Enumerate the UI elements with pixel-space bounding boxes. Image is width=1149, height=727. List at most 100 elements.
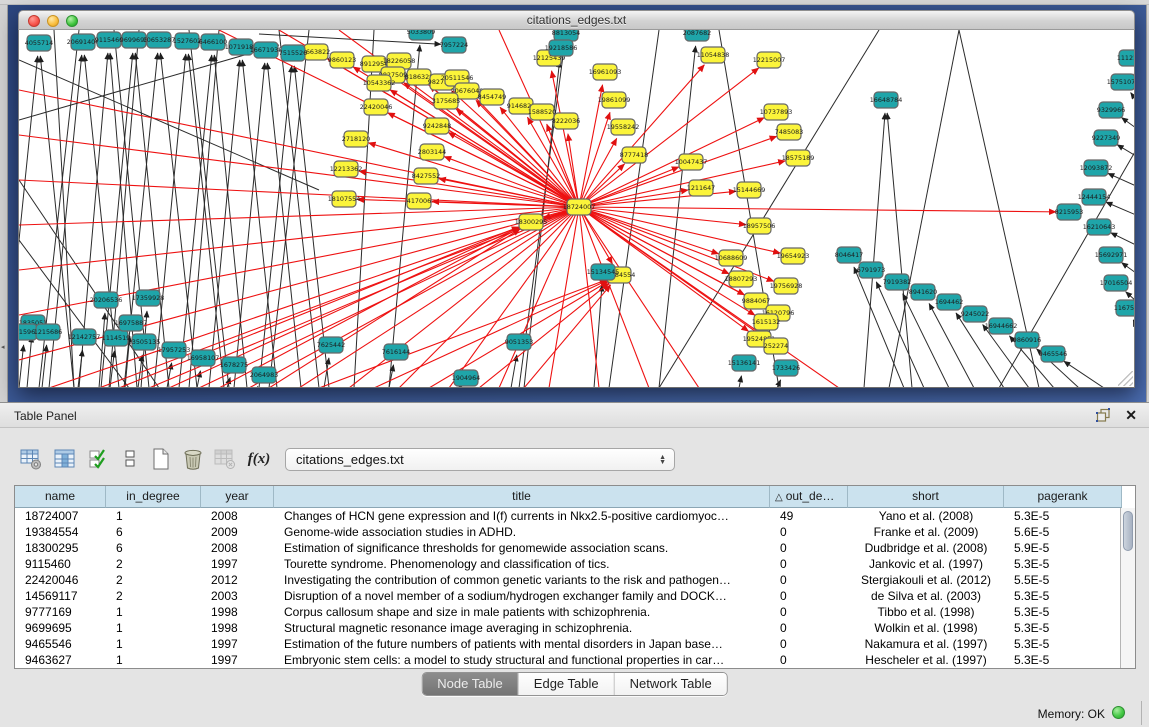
- table-cell[interactable]: 1998: [201, 620, 274, 636]
- network-node[interactable]: 2064983: [250, 367, 278, 383]
- table-vertical-scrollbar[interactable]: [1120, 508, 1135, 668]
- network-node[interactable]: 16944662: [985, 318, 1018, 334]
- table-cell[interactable]: Yano et al. (2008): [848, 508, 1004, 524]
- row-height-button[interactable]: [117, 446, 143, 472]
- table-cell[interactable]: 22420046: [15, 572, 106, 588]
- table-cell[interactable]: Wolkin et al. (1998): [848, 620, 1004, 636]
- column-header-name[interactable]: name: [15, 486, 106, 508]
- network-node[interactable]: 9884067: [742, 293, 770, 309]
- network-node[interactable]: 16648784: [870, 92, 903, 108]
- network-node[interactable]: 19861099: [598, 92, 631, 108]
- table-cell[interactable]: 6: [106, 524, 201, 540]
- table-cell[interactable]: 2: [106, 572, 201, 588]
- network-node[interactable]: 7515526: [279, 45, 307, 61]
- table-row[interactable]: 1938455462009Genome-wide association stu…: [15, 524, 1135, 540]
- network-node[interactable]: 10688609: [715, 250, 748, 266]
- table-cell[interactable]: Nakamura et al. (1997): [848, 636, 1004, 652]
- network-node[interactable]: 8427552: [412, 168, 440, 184]
- network-node[interactable]: 9051353: [505, 334, 533, 350]
- network-node[interactable]: 7485083: [775, 124, 803, 140]
- network-node[interactable]: 1904964: [452, 370, 480, 386]
- table-cell[interactable]: 18724007: [15, 508, 106, 524]
- close-panel-icon[interactable]: ✕: [1125, 407, 1137, 423]
- table-cell[interactable]: Tibbo et al. (1998): [848, 604, 1004, 620]
- table-cell[interactable]: Structural magnetic resonance image aver…: [274, 620, 770, 636]
- table-cell[interactable]: 0: [770, 652, 848, 668]
- table-cell[interactable]: 9699695: [15, 620, 106, 636]
- table-source-select[interactable]: citations_edges.txt ▲▼: [285, 448, 675, 471]
- table-cell[interactable]: 2012: [201, 572, 274, 588]
- table-row[interactable]: 977716911998Corpus callosum shape and si…: [15, 604, 1135, 620]
- network-node[interactable]: 1733426: [772, 360, 800, 376]
- network-window-titlebar[interactable]: citations_edges.txt: [18, 10, 1135, 30]
- network-node[interactable]: 12215007: [753, 52, 786, 68]
- table-cell[interactable]: 1998: [201, 604, 274, 620]
- table-cell[interactable]: 9463627: [15, 652, 106, 668]
- network-node[interactable]: 9465546: [1039, 346, 1067, 362]
- table-cell[interactable]: Franke et al. (2009): [848, 524, 1004, 540]
- network-node[interactable]: 11054838: [697, 47, 730, 63]
- network-node[interactable]: 4055714: [25, 35, 53, 51]
- table-cell[interactable]: 5.3E-5: [1004, 508, 1122, 524]
- table-row[interactable]: 1456911722003Disruption of a novel membe…: [15, 588, 1135, 604]
- network-node[interactable]: 2087682: [683, 30, 711, 41]
- table-cell[interactable]: 2: [106, 588, 201, 604]
- table-cell[interactable]: Dudbridge et al. (2008): [848, 540, 1004, 556]
- network-node[interactable]: 9860123: [328, 52, 356, 68]
- table-cell[interactable]: 2008: [201, 540, 274, 556]
- table-cell[interactable]: Disruption of a novel member of a sodium…: [274, 588, 770, 604]
- table-cell[interactable]: 5.3E-5: [1004, 620, 1122, 636]
- table-cell[interactable]: Corpus callosum shape and size in male p…: [274, 604, 770, 620]
- table-cell[interactable]: 1997: [201, 556, 274, 572]
- table-cell[interactable]: 5.5E-5: [1004, 572, 1122, 588]
- table-cell[interactable]: Hescheler et al. (1997): [848, 652, 1004, 668]
- column-header-short[interactable]: short: [848, 486, 1004, 508]
- table-cell[interactable]: 6: [106, 540, 201, 556]
- network-node[interactable]: 12444154: [1078, 189, 1111, 205]
- table-cell[interactable]: Estimation of the future numbers of pati…: [274, 636, 770, 652]
- table-cell[interactable]: Changes of HCN gene expression and I(f) …: [274, 508, 770, 524]
- table-cell[interactable]: Stergiakouli et al. (2012): [848, 572, 1004, 588]
- network-node[interactable]: 9329966: [1097, 102, 1125, 118]
- network-node[interactable]: 7957224: [440, 37, 468, 53]
- table-row[interactable]: 969969511998Structural magnetic resonanc…: [15, 620, 1135, 636]
- network-node[interactable]: 17016504: [1100, 275, 1133, 291]
- table-cell[interactable]: 0: [770, 604, 848, 620]
- network-node[interactable]: 5033809: [407, 30, 435, 40]
- table-cell[interactable]: 0: [770, 572, 848, 588]
- network-node[interactable]: 15144669: [733, 182, 766, 198]
- table-cell[interactable]: Jankovic et al. (1997): [848, 556, 1004, 572]
- memory-status-indicator[interactable]: [1112, 706, 1125, 719]
- network-node[interactable]: 9242848: [423, 118, 451, 134]
- select-columns-button[interactable]: [52, 446, 78, 472]
- column-header-in_degree[interactable]: in_degree: [106, 486, 201, 508]
- network-node[interactable]: 18107554: [328, 191, 361, 207]
- network-node[interactable]: 8222036: [552, 113, 580, 129]
- table-cell[interactable]: 1997: [201, 636, 274, 652]
- network-node[interactable]: 18957506: [743, 218, 776, 234]
- table-row[interactable]: 1830029562008Estimation of significance …: [15, 540, 1135, 556]
- table-cell[interactable]: 5.3E-5: [1004, 604, 1122, 620]
- column-header-title[interactable]: title: [274, 486, 770, 508]
- network-node[interactable]: 15751074: [1107, 74, 1135, 90]
- network-node[interactable]: 1112154: [1117, 50, 1135, 66]
- table-cell[interactable]: 14569117: [15, 588, 106, 604]
- select-rows-checks-button[interactable]: [86, 446, 112, 472]
- delete-column-trash-button[interactable]: [180, 446, 206, 472]
- table-row[interactable]: 946554611997Estimation of the future num…: [15, 636, 1135, 652]
- table-cell[interactable]: 0: [770, 540, 848, 556]
- table-cell[interactable]: 5.3E-5: [1004, 636, 1122, 652]
- network-node[interactable]: 7625442: [317, 337, 345, 353]
- network-node[interactable]: 19218586: [545, 40, 578, 56]
- window-resize-grip[interactable]: [1118, 371, 1133, 386]
- tab-node-table[interactable]: Node Table: [422, 673, 519, 695]
- network-node[interactable]: 15136141: [728, 355, 761, 371]
- network-node[interactable]: 10737893: [760, 104, 793, 120]
- table-cell[interactable]: Embryonic stem cells: a model to study s…: [274, 652, 770, 668]
- network-node[interactable]: 10047437: [675, 154, 708, 170]
- network-node[interactable]: 8215953: [1055, 204, 1083, 220]
- network-canvas[interactable]: 1872400798601238912954182260589827509818…: [19, 30, 1135, 388]
- network-node[interactable]: 8941620: [909, 284, 937, 300]
- network-node[interactable]: 13505135: [128, 334, 161, 350]
- new-column-button[interactable]: [148, 446, 174, 472]
